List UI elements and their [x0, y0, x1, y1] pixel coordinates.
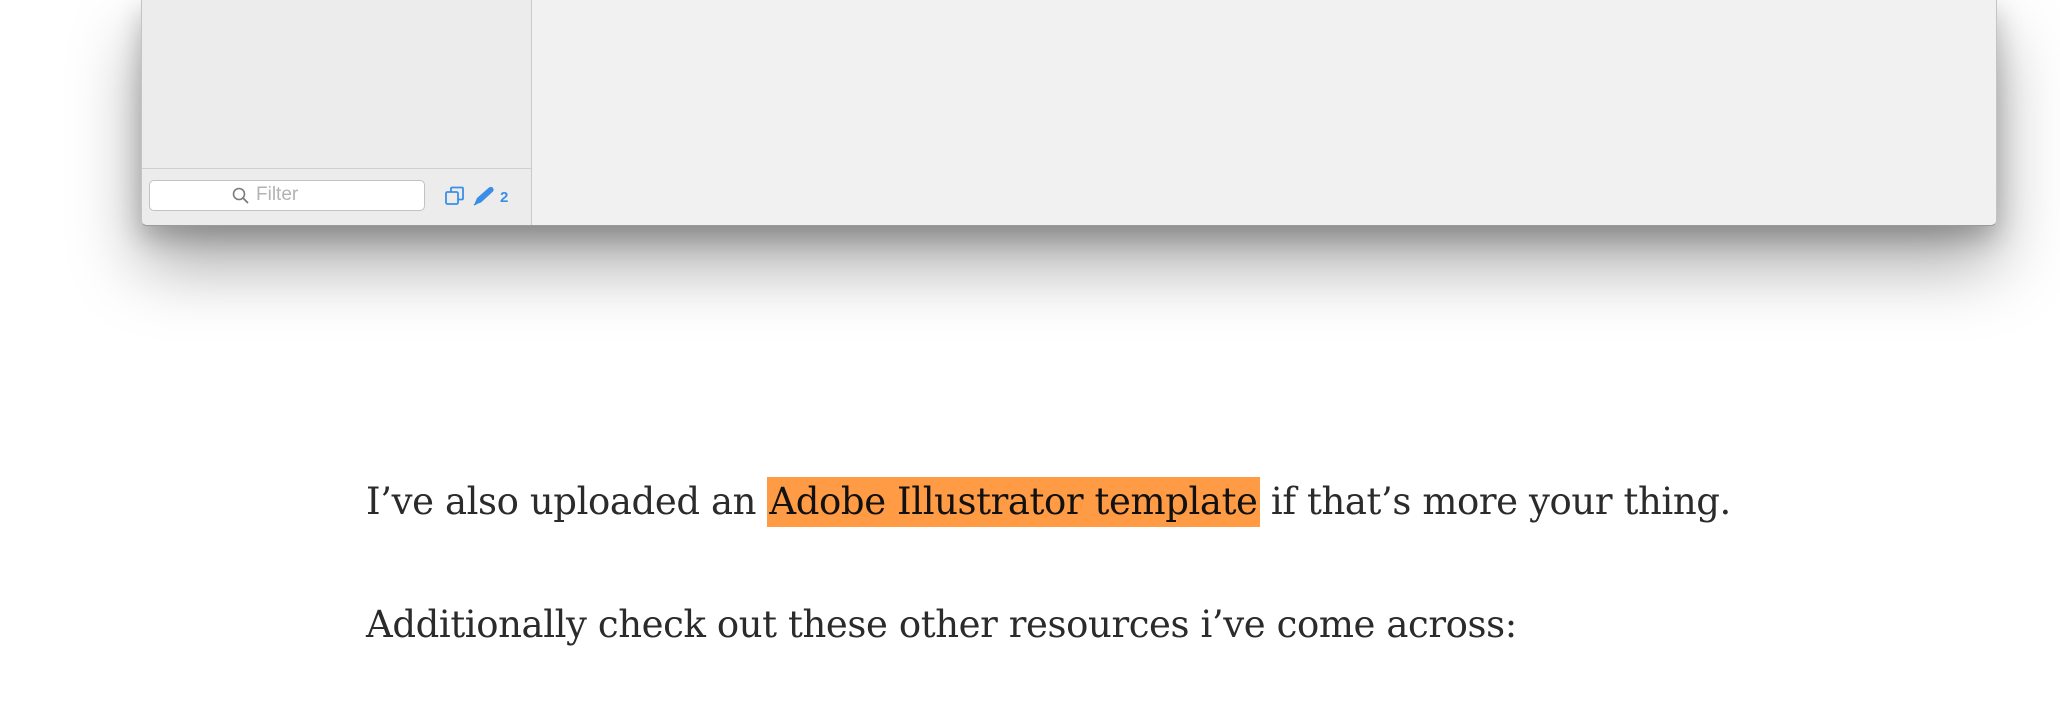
- article-body: I’ve also uploaded an Adobe Illustrator …: [366, 477, 1766, 648]
- paragraph-template-after: if that’s more your thing.: [1259, 480, 1731, 523]
- duplicate-icon[interactable]: [444, 185, 466, 207]
- filter-field[interactable]: [149, 180, 425, 211]
- page: 2 I’ve also uploaded an Adobe Illustrato…: [0, 0, 2060, 728]
- pen-count-badge: 2: [500, 189, 509, 206]
- pen-icon[interactable]: [472, 185, 496, 207]
- search-icon: [232, 187, 249, 204]
- paragraph-template-before: I’ve also uploaded an: [366, 480, 768, 523]
- sidebar-footer-tools: 2: [444, 180, 508, 212]
- paragraph-template: I’ve also uploaded an Adobe Illustrator …: [366, 477, 1766, 527]
- paragraph-resources: Additionally check out these other resou…: [366, 603, 1517, 647]
- sidebar: 2: [142, 0, 532, 225]
- sidebar-footer: 2: [142, 168, 531, 225]
- app-window-screenshot: 2: [141, 0, 1997, 226]
- filter-input[interactable]: [256, 184, 416, 206]
- main-pane: [532, 0, 1996, 225]
- illustrator-template-link[interactable]: Adobe Illustrator template: [767, 477, 1260, 527]
